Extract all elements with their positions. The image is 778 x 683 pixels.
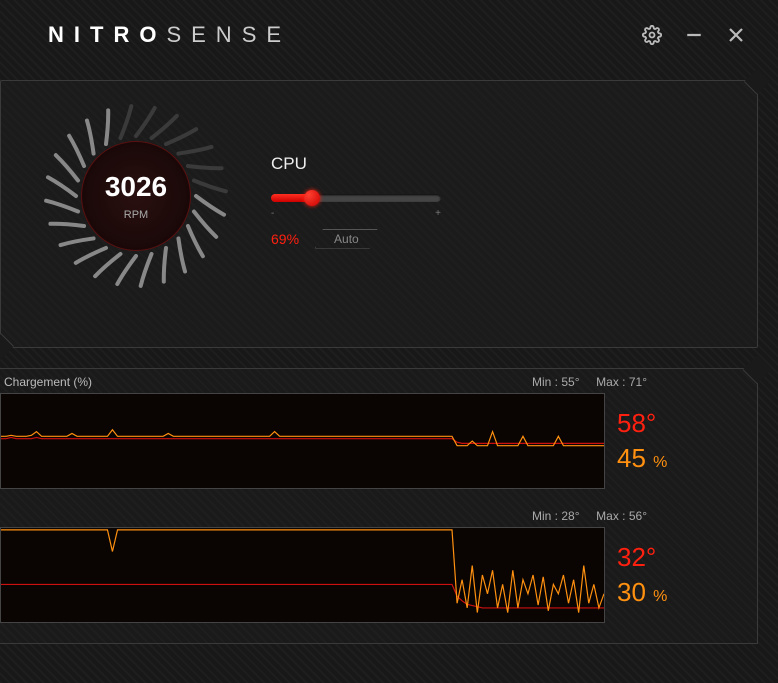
fan-panel: 3026 RPM CPU - + 69% Auto bbox=[0, 80, 758, 348]
logo-light: SENSE bbox=[166, 22, 291, 47]
chart1-min: Min : 55° bbox=[532, 375, 579, 389]
gpu-load: 30 % bbox=[617, 577, 667, 608]
gear-icon[interactable] bbox=[640, 23, 664, 47]
fan-gauge: 3026 RPM bbox=[41, 101, 231, 291]
rpm-value: 3026 bbox=[105, 171, 167, 203]
chart-cpu bbox=[0, 393, 605, 489]
slider-plus: + bbox=[435, 208, 441, 219]
rpm-unit: RPM bbox=[124, 209, 148, 221]
logo-bold: NITRO bbox=[48, 22, 166, 47]
auto-button[interactable]: Auto bbox=[315, 229, 378, 249]
slider-minus: - bbox=[271, 208, 274, 219]
chart-gpu bbox=[0, 527, 605, 623]
chart2-min: Min : 28° bbox=[532, 509, 579, 523]
cpu-label: CPU bbox=[271, 154, 717, 174]
cpu-temp: 58° bbox=[617, 408, 667, 439]
cpu-load: 45 % bbox=[617, 443, 667, 474]
close-icon[interactable] bbox=[724, 23, 748, 47]
fan-slider[interactable] bbox=[271, 194, 441, 202]
gpu-temp: 32° bbox=[617, 542, 667, 573]
fan-percent: 69% bbox=[271, 231, 299, 247]
load-axis-label: Chargement (%) bbox=[4, 375, 92, 389]
app-logo: NITROSENSE bbox=[48, 22, 291, 48]
charts-panel: Chargement (%) Min : 55° Max : 71° 58° 4… bbox=[0, 368, 758, 644]
window-controls bbox=[640, 23, 748, 47]
minimize-icon[interactable] bbox=[682, 23, 706, 47]
chart2-max: Max : 56° bbox=[596, 509, 647, 523]
chart1-max: Max : 71° bbox=[596, 375, 647, 389]
